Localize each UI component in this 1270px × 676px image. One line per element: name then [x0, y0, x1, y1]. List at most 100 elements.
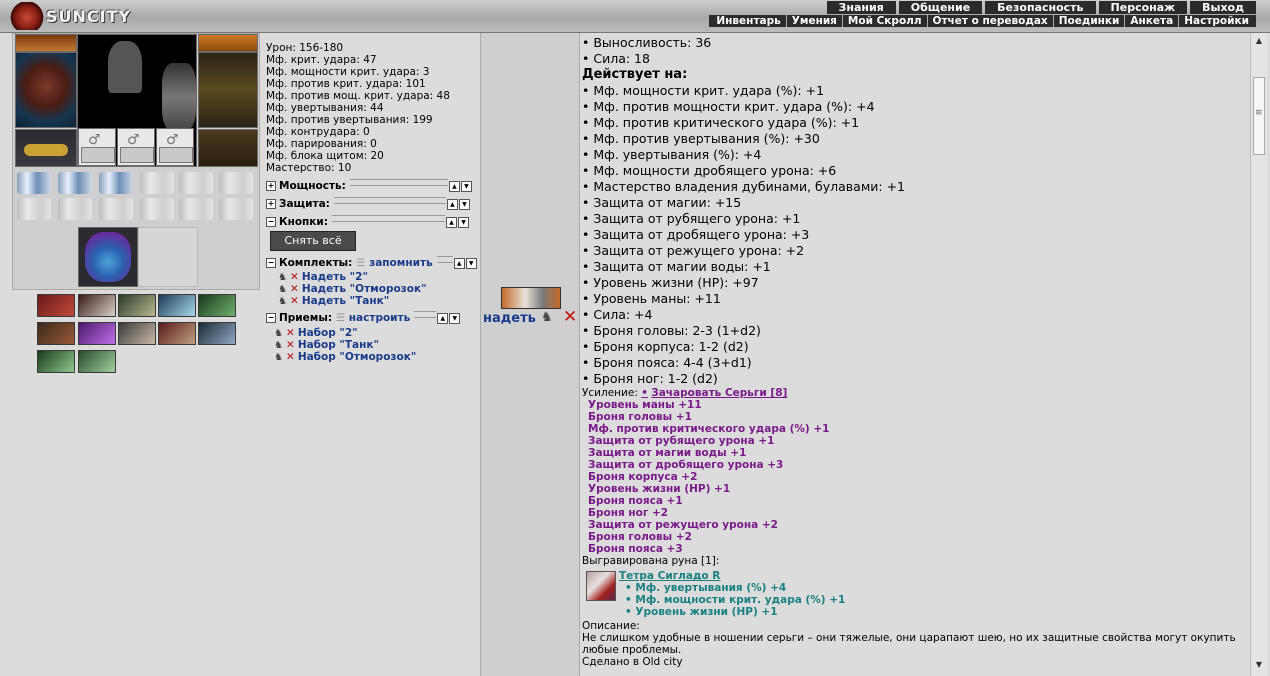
backpack-slot-empty[interactable] [138, 227, 198, 287]
take-off-all-button[interactable]: Снять всё [270, 231, 356, 251]
enhancement-line: Защита от дробящего урона +3 [588, 459, 784, 471]
scroll-slot-empty[interactable] [140, 172, 174, 194]
menu-character[interactable]: Персонаж [1098, 1, 1188, 14]
scroll-slot-empty[interactable] [179, 198, 213, 220]
delete-icon[interactable]: ✕ [290, 271, 299, 283]
scroll-slot[interactable] [58, 172, 92, 194]
remember-set-link[interactable]: запомнить [369, 257, 433, 269]
collapse-icon[interactable]: − [266, 258, 276, 268]
move-down-icon[interactable]: ▼ [458, 217, 469, 228]
delete-icon[interactable]: ✕ [286, 339, 295, 351]
scroll-slot-empty[interactable] [219, 198, 253, 220]
menu-knowledge[interactable]: Знания [826, 1, 896, 14]
ring-slot-1[interactable]: ♂ [78, 128, 116, 166]
detail-scrollbar[interactable]: ▲ ▼ [1250, 33, 1267, 676]
section-moves[interactable]: − Приемы: ☰ настроить ▲ ▼ [266, 311, 476, 324]
move-up-icon[interactable]: ▲ [446, 199, 458, 210]
ability-icon[interactable] [37, 294, 75, 317]
scroll-slot-empty[interactable] [99, 198, 133, 220]
move-set-link[interactable]: Набор "Отморозок" [298, 351, 417, 363]
submenu-settings[interactable]: Настройки [1178, 15, 1254, 27]
ability-icon[interactable] [78, 294, 116, 317]
section-power[interactable]: + Мощность: ▲ ▼ [266, 179, 476, 192]
submenu-transfer-report[interactable]: Отчет о переводах [926, 15, 1053, 27]
rune-name-link[interactable]: Тетра Сиглaдо R [619, 570, 720, 582]
shirt-icon[interactable]: ♞ [274, 352, 283, 364]
effect-line: • Сила: +4 [582, 307, 653, 322]
wear-set-link[interactable]: Надеть "2" [302, 271, 368, 283]
submenu-fights[interactable]: Поединки [1052, 15, 1125, 27]
expand-icon[interactable]: + [266, 199, 276, 209]
scroll-down-icon[interactable]: ▼ [1253, 659, 1265, 671]
effect-line: • Защита от режущего урона: +2 [582, 243, 805, 258]
configure-moves-link[interactable]: настроить [349, 312, 410, 324]
ability-icon[interactable] [78, 350, 116, 373]
submenu-skills[interactable]: Умения [785, 15, 842, 27]
scroll-slot-empty[interactable] [219, 172, 253, 194]
shirt-icon[interactable]: ♞ [278, 296, 287, 308]
ability-icon[interactable] [158, 322, 196, 345]
ability-icon[interactable] [37, 322, 75, 345]
ability-icon[interactable] [198, 294, 236, 317]
delete-icon[interactable]: ✕ [286, 351, 295, 363]
armor-slot[interactable] [15, 52, 77, 128]
scroll-thumb[interactable] [1253, 77, 1265, 155]
collapse-icon[interactable]: − [266, 313, 276, 323]
move-set-link[interactable]: Набор "2" [298, 327, 358, 339]
scroll-slot-empty[interactable] [17, 198, 51, 220]
menu-communication[interactable]: Общение [898, 1, 983, 14]
submenu-inventory[interactable]: Инвентарь [711, 15, 785, 27]
wear-set-link[interactable]: Надеть "Отморозок" [302, 283, 427, 295]
ability-icon[interactable] [198, 322, 236, 345]
scroll-slot[interactable] [99, 172, 133, 194]
submenu-my-scroll[interactable]: Мой Скролл [841, 15, 927, 27]
move-down-icon[interactable]: ▼ [449, 313, 461, 324]
submenu-profile[interactable]: Анкета [1124, 15, 1178, 27]
scroll-slot-empty[interactable] [58, 198, 92, 220]
section-buttons[interactable]: − Кнопки: ▲ ▼ [266, 215, 476, 228]
ring-slot-3[interactable]: ♂ [156, 128, 194, 166]
scroll-slot[interactable] [17, 172, 51, 194]
equip-link[interactable]: надеть [483, 311, 536, 326]
move-up-icon[interactable]: ▲ [448, 181, 460, 192]
pants-slot[interactable] [198, 52, 258, 128]
wear-set-link[interactable]: Надеть "Танк" [302, 295, 389, 307]
weapon-slot[interactable] [198, 34, 258, 52]
scroll-slot-empty[interactable] [140, 198, 174, 220]
move-down-icon[interactable]: ▼ [458, 199, 470, 210]
enchant-link[interactable]: Зачаровать Серьги [8] [651, 387, 787, 399]
collapse-icon[interactable]: − [266, 217, 276, 227]
logo[interactable]: SUNCITY [10, 2, 131, 30]
move-up-icon[interactable]: ▲ [453, 258, 465, 269]
move-down-icon[interactable]: ▼ [465, 258, 477, 269]
section-sets[interactable]: − Комплекты: ☰ запомнить ▲ ▼ [266, 256, 477, 269]
delete-icon[interactable]: ✕ [290, 295, 299, 307]
move-set-link[interactable]: Набор "Танк" [298, 339, 379, 351]
scroll-up-icon[interactable]: ▲ [1253, 35, 1265, 47]
ring-slot-2[interactable]: ♂ [117, 128, 155, 166]
menu-security[interactable]: Безопасность [985, 1, 1096, 14]
move-up-icon[interactable]: ▲ [437, 313, 449, 324]
effect-line: • Мф. против увертывания (%): +30 [582, 131, 820, 146]
ability-icon[interactable] [78, 322, 116, 345]
delete-icon[interactable]: ✕ [290, 283, 299, 295]
boots-slot[interactable] [198, 129, 258, 167]
move-down-icon[interactable]: ▼ [460, 181, 472, 192]
ability-icon[interactable] [118, 322, 156, 345]
section-defense[interactable]: + Защита: ▲ ▼ [266, 197, 476, 210]
scroll-slot-empty[interactable] [179, 172, 213, 194]
delete-icon[interactable]: ✕ [286, 327, 295, 339]
helmet-slot[interactable] [15, 34, 77, 52]
shirt-icon[interactable]: ♞ [541, 310, 553, 325]
ability-icon[interactable] [37, 350, 75, 373]
ability-icon[interactable] [158, 294, 196, 317]
belt-slot[interactable] [15, 129, 77, 167]
menu-exit[interactable]: Выход [1190, 1, 1256, 14]
ability-icon[interactable] [118, 294, 156, 317]
effect-line: • Мф. увертывания (%): +4 [582, 147, 762, 162]
backpack-slot[interactable] [78, 227, 138, 287]
description-label: Описание: [582, 620, 640, 632]
move-up-icon[interactable]: ▲ [446, 217, 457, 228]
expand-icon[interactable]: + [266, 181, 276, 191]
drop-item-icon[interactable]: ✕ [563, 307, 577, 327]
